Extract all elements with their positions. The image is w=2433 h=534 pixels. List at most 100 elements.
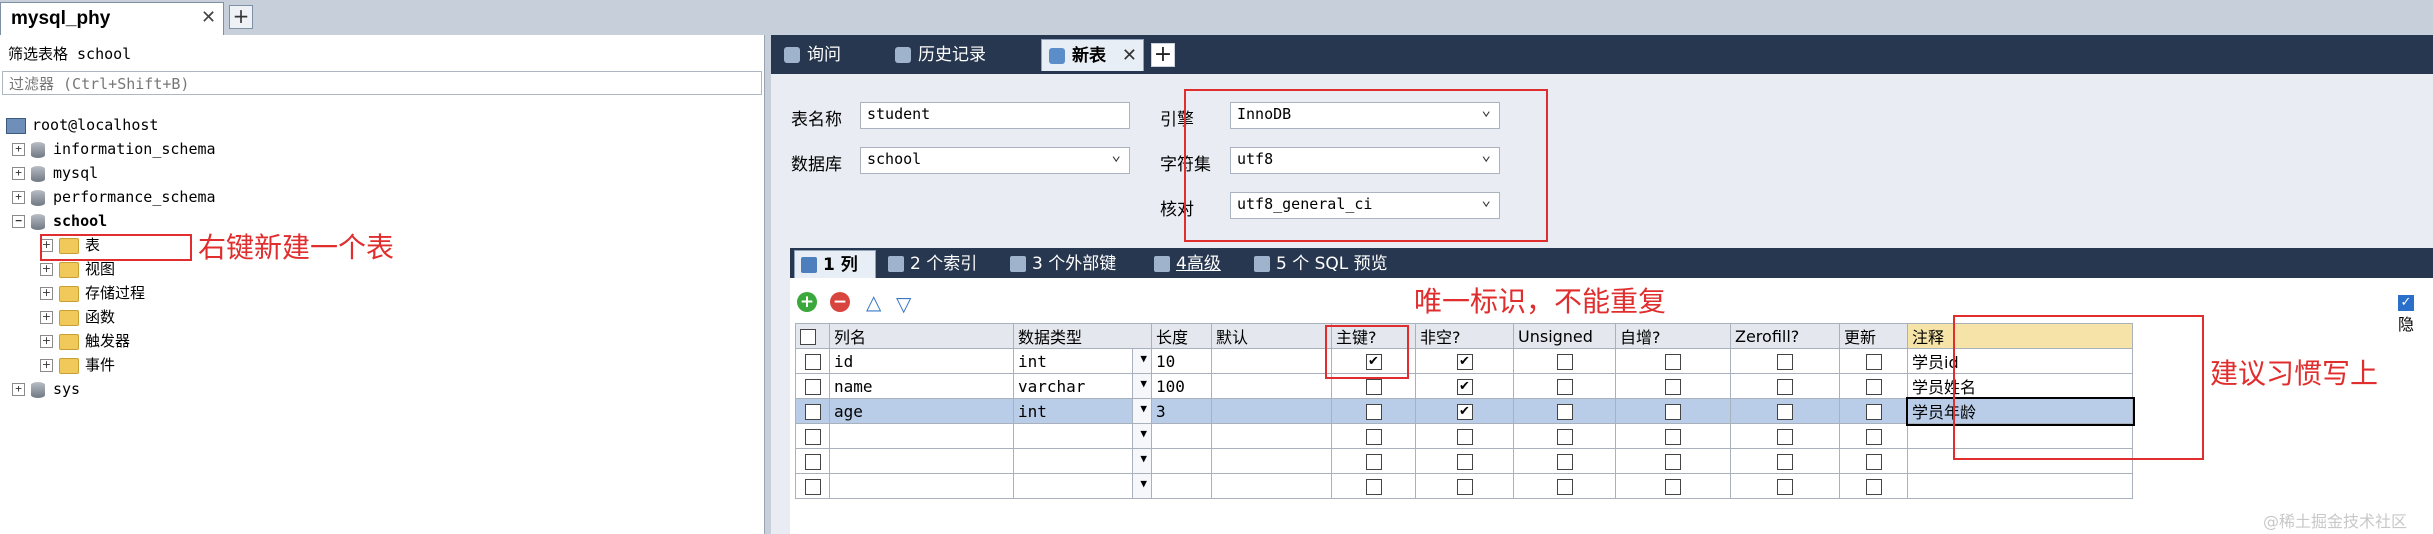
dropdown-arrow-icon[interactable]: ▼ — [1140, 427, 1147, 440]
dropdown-arrow-icon[interactable]: ▼ — [1140, 477, 1147, 490]
expand-icon[interactable]: + — [12, 191, 25, 204]
auto-increment-cell[interactable] — [1615, 348, 1731, 374]
dropdown-arrow-icon[interactable]: ▼ — [1140, 452, 1147, 465]
zerofill-cell[interactable] — [1730, 473, 1840, 499]
not-null-cell[interactable] — [1415, 423, 1514, 449]
table-row[interactable]: ▼ — [795, 448, 2133, 474]
tab-sql-preview[interactable]: 5 个 SQL 预览 — [1248, 250, 1408, 278]
update-cell[interactable] — [1839, 423, 1908, 449]
default-cell[interactable] — [1211, 398, 1332, 424]
move-up-button[interactable]: △ — [866, 290, 881, 314]
primary-key-cell[interactable] — [1331, 423, 1416, 449]
checkbox-icon[interactable] — [1556, 354, 1573, 370]
database-select[interactable]: school — [860, 145, 1130, 174]
add-tab-button[interactable]: + — [1151, 43, 1175, 67]
expand-icon[interactable]: + — [40, 335, 53, 348]
tab-history[interactable]: 历史记录 — [888, 39, 1038, 71]
checkbox-icon[interactable] — [804, 404, 821, 420]
header-data-type[interactable]: 数据类型 — [1013, 323, 1152, 349]
auto-increment-cell[interactable] — [1615, 448, 1731, 474]
checkbox-icon[interactable] — [1777, 354, 1793, 370]
row-select-cell[interactable] — [795, 373, 830, 399]
tree-db-information-schema[interactable]: + information_schema — [12, 138, 216, 160]
checkbox-icon[interactable] — [1365, 454, 1382, 470]
tree-db-school[interactable]: − school — [12, 210, 107, 232]
checkbox-icon[interactable] — [1665, 429, 1681, 445]
column-name-cell[interactable]: id — [829, 348, 1014, 374]
zerofill-cell[interactable] — [1730, 348, 1840, 374]
table-name-input[interactable]: student — [860, 102, 1130, 129]
column-name-cell[interactable] — [829, 473, 1014, 499]
zerofill-cell[interactable] — [1730, 398, 1840, 424]
row-select-cell[interactable] — [795, 398, 830, 424]
data-type-cell[interactable]: ▼ — [1013, 473, 1152, 499]
hide-checkbox[interactable]: ✓ 隐 — [2398, 292, 2433, 335]
checkbox-icon[interactable] — [1777, 479, 1793, 495]
header-zerofill[interactable]: Zerofill? — [1730, 323, 1840, 349]
checkbox-icon[interactable] — [1777, 454, 1793, 470]
checkbox-icon[interactable] — [804, 479, 821, 495]
header-length[interactable]: 长度 — [1151, 323, 1212, 349]
checkbox-icon[interactable] — [1665, 479, 1681, 495]
dropdown-arrow-icon[interactable]: ▼ — [1140, 377, 1147, 390]
checkbox-icon[interactable] — [1865, 479, 1882, 495]
default-cell[interactable] — [1211, 373, 1332, 399]
add-column-button[interactable]: + — [797, 292, 817, 312]
checkbox-icon[interactable] — [1365, 479, 1382, 495]
zerofill-cell[interactable] — [1730, 373, 1840, 399]
checkbox-icon[interactable] — [1365, 429, 1382, 445]
dropdown-arrow-icon[interactable]: ▼ — [1140, 402, 1147, 415]
connection-tab[interactable]: mysql_phy ✕ — [0, 2, 224, 35]
move-down-button[interactable]: ▽ — [896, 292, 911, 316]
auto-increment-cell[interactable] — [1615, 473, 1731, 499]
close-icon[interactable]: ✕ — [201, 7, 216, 28]
auto-increment-cell[interactable] — [1615, 373, 1731, 399]
dropdown-arrow-icon[interactable]: ▼ — [1140, 352, 1147, 365]
checkbox-icon[interactable] — [1556, 454, 1573, 470]
data-type-cell[interactable]: int ▼ — [1013, 398, 1152, 424]
tree-folder-views[interactable]: + 视图 — [40, 258, 115, 280]
checkbox-icon[interactable] — [1456, 454, 1473, 470]
unsigned-cell[interactable] — [1513, 398, 1616, 424]
data-type-cell[interactable]: ▼ — [1013, 448, 1152, 474]
update-cell[interactable] — [1839, 398, 1908, 424]
checkbox-icon[interactable] — [804, 379, 821, 395]
collapse-icon[interactable]: − — [12, 215, 25, 228]
zerofill-cell[interactable] — [1730, 448, 1840, 474]
header-column-name[interactable]: 列名 — [829, 323, 1014, 349]
update-cell[interactable] — [1839, 448, 1908, 474]
column-name-cell[interactable]: name — [829, 373, 1014, 399]
expand-icon[interactable]: + — [40, 287, 53, 300]
tree-folder-functions[interactable]: + 函数 — [40, 306, 115, 328]
tree-db-performance-schema[interactable]: + performance_schema — [12, 186, 216, 208]
checkbox-icon[interactable] — [1865, 429, 1882, 445]
length-cell[interactable] — [1151, 473, 1212, 499]
unsigned-cell[interactable] — [1513, 448, 1616, 474]
checkbox-icon[interactable] — [1665, 354, 1681, 370]
checkbox-icon[interactable] — [1865, 379, 1882, 395]
tab-advanced[interactable]: 4高级 — [1148, 250, 1243, 278]
not-null-cell[interactable]: ✔ — [1415, 373, 1514, 399]
checkbox-icon[interactable] — [1777, 404, 1793, 420]
expand-icon[interactable]: + — [40, 311, 53, 324]
not-null-cell[interactable] — [1415, 473, 1514, 499]
tab-query[interactable]: 询问 — [777, 39, 882, 71]
header-update[interactable]: 更新 — [1839, 323, 1908, 349]
row-select-cell[interactable] — [795, 423, 830, 449]
unsigned-cell[interactable] — [1513, 473, 1616, 499]
data-type-cell[interactable]: ▼ — [1013, 423, 1152, 449]
default-cell[interactable] — [1211, 423, 1332, 449]
auto-increment-cell[interactable] — [1615, 423, 1731, 449]
table-row[interactable]: name varchar ▼ 100 ✔ 学员姓名 — [795, 373, 2133, 399]
table-row[interactable]: ▼ — [795, 423, 2133, 449]
length-cell[interactable] — [1151, 448, 1212, 474]
checkbox-icon[interactable] — [1556, 429, 1573, 445]
expand-icon[interactable]: + — [12, 167, 25, 180]
checkbox-icon[interactable] — [804, 454, 821, 470]
length-cell[interactable]: 100 — [1151, 373, 1212, 399]
checkbox-icon[interactable]: ✔ — [1456, 379, 1473, 395]
header-not-null[interactable]: 非空? — [1415, 323, 1514, 349]
not-null-cell[interactable]: ✔ — [1415, 348, 1514, 374]
checkbox-icon[interactable] — [1777, 429, 1793, 445]
table-row[interactable]: id int ▼ 10 ✔ ✔ 学员id — [795, 348, 2133, 374]
